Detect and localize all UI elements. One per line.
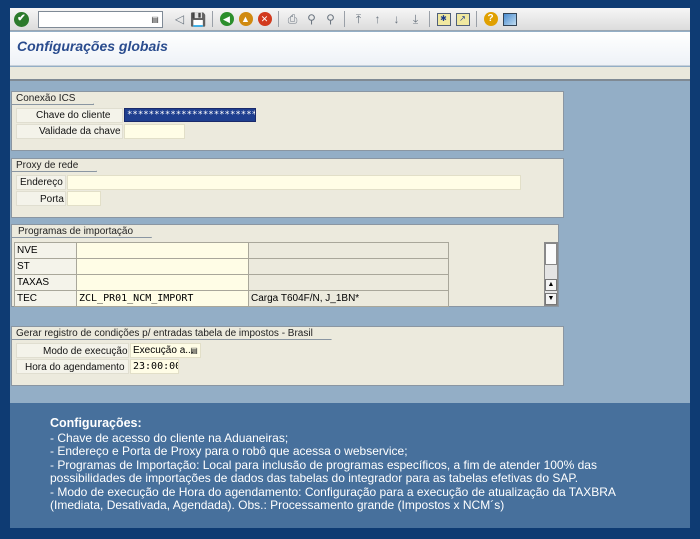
program-input[interactable]: ZCL_PR01_NCM_IMPORT	[76, 290, 249, 307]
enter-button[interactable]: ✔	[13, 11, 30, 28]
exit-button[interactable]: ▲	[237, 11, 254, 28]
row-key: ST	[14, 258, 77, 275]
scroll-up-button[interactable]: ▲	[545, 279, 557, 291]
first-page-button[interactable]: ⤒	[350, 11, 367, 28]
back-arrow-icon: ◀	[219, 12, 234, 26]
floppy-disk-icon: 💾	[190, 11, 207, 27]
group-title: Programas de importação	[12, 225, 152, 238]
scrollbar-thumb[interactable]	[545, 243, 557, 265]
program-input[interactable]	[76, 258, 249, 275]
group-gerar-registro: Gerar registro de condições p/ entradas …	[11, 326, 564, 386]
chave-do-cliente-input[interactable]: **************************	[124, 108, 256, 122]
table-row: TEC ZCL_PR01_NCM_IMPORT Carga T604F/N, J…	[14, 290, 449, 307]
previous-page-icon: ↑	[374, 12, 381, 26]
next-page-icon: ↓	[393, 12, 400, 26]
program-input[interactable]	[76, 274, 249, 291]
info-line: - Endereço e Porta de Proxy para o robô …	[50, 444, 408, 458]
group-programas-importacao: Programas de importação NVE ST TAXAS TEC…	[11, 224, 559, 307]
triangle-left-icon: ◁	[174, 12, 185, 26]
endereco-label: Endereço	[20, 177, 63, 188]
validade-da-chave-input[interactable]	[124, 124, 185, 139]
help-button[interactable]: ?	[482, 11, 499, 28]
porta-input[interactable]	[67, 191, 101, 206]
info-heading: Configurações:	[50, 416, 142, 430]
layout-menu-icon	[502, 12, 517, 26]
row-key: TAXAS	[14, 274, 77, 291]
programas-table: NVE ST TAXAS TEC ZCL_PR01_NCM_IMPORT Car…	[14, 242, 449, 307]
printer-icon: ⎙	[287, 12, 298, 26]
last-page-icon: ⤓	[412, 12, 419, 26]
title-bar: Configurações globais	[10, 32, 690, 66]
application-toolbar	[10, 67, 690, 81]
shortcut-button[interactable]: ↗	[454, 11, 471, 28]
save-button[interactable]: 💾	[190, 11, 207, 28]
new-session-button[interactable]: ✱	[435, 11, 452, 28]
print-button[interactable]: ⎙	[284, 11, 301, 28]
toolbar-separator	[476, 11, 477, 27]
program-description	[248, 258, 449, 275]
toolbar-separator	[429, 11, 430, 27]
back-button[interactable]: ◀	[218, 11, 235, 28]
table-row: ST	[14, 258, 449, 275]
help-question-icon: ?	[483, 12, 498, 26]
find-button[interactable]: ⚲	[303, 11, 320, 28]
modo-execucao-select[interactable]: Execução a... ▤	[130, 343, 201, 358]
program-input[interactable]	[76, 242, 249, 259]
find-next-button[interactable]: ⚲	[322, 11, 339, 28]
hora-agendamento-input[interactable]: 23:00:00	[130, 359, 179, 374]
group-proxy-de-rede: Proxy de rede Endereço Porta	[11, 158, 564, 218]
program-description: Carga T604F/N, J_1BN*	[248, 290, 449, 307]
cancel-button[interactable]: ✕	[256, 11, 273, 28]
toolbar-separator	[278, 11, 279, 27]
group-title: Conexão ICS	[12, 92, 94, 105]
shortcut-icon: ↗	[455, 12, 470, 26]
modo-label: Modo de execução	[43, 346, 128, 357]
binoculars-icon: ⚲	[307, 12, 316, 26]
next-page-button[interactable]: ↓	[388, 11, 405, 28]
dropdown-icon[interactable]: ▤	[189, 345, 199, 356]
toolbar-separator	[344, 11, 345, 27]
validade-label: Validade da chave	[39, 126, 121, 137]
program-description	[248, 274, 449, 291]
standard-toolbar: ✔ ▤ ◁ 💾 ◀ ▲ ✕ ⎙ ⚲ ⚲ ⤒ ↑ ↓ ⤓ ✱ ↗ ?	[10, 8, 690, 31]
exit-arrow-icon: ▲	[238, 12, 253, 26]
page-title: Configurações globais	[17, 38, 168, 54]
sap-window: ✔ ▤ ◁ 💾 ◀ ▲ ✕ ⎙ ⚲ ⚲ ⤒ ↑ ↓ ⤓ ✱ ↗ ? Config…	[10, 8, 690, 528]
last-page-button[interactable]: ⤓	[407, 11, 424, 28]
porta-label: Porta	[40, 194, 64, 205]
group-title: Proxy de rede	[12, 159, 97, 172]
info-line: - Chave de acesso do cliente na Aduaneir…	[50, 430, 289, 445]
toolbar-separator	[212, 11, 213, 27]
previous-page-button[interactable]: ↑	[369, 11, 386, 28]
new-window-icon: ✱	[436, 12, 451, 26]
info-line: - Programas de Importação: Local para in…	[50, 457, 597, 485]
cancel-x-icon: ✕	[257, 12, 272, 26]
first-page-icon: ⤒	[355, 12, 362, 26]
info-panel: Configurações: - Chave de acesso do clie…	[10, 403, 690, 528]
binoculars-plus-icon: ⚲	[326, 12, 335, 26]
info-line: - Modo de execução de Hora do agendament…	[50, 484, 616, 512]
table-vertical-scrollbar[interactable]: ▲ ▼	[544, 242, 558, 306]
modo-execucao-value: Execução a...	[133, 345, 194, 356]
dropdown-icon[interactable]: ▤	[150, 14, 160, 25]
layout-button[interactable]	[501, 11, 518, 28]
scroll-down-button[interactable]: ▼	[545, 293, 557, 305]
command-field[interactable]: ▤	[38, 10, 163, 28]
row-key: NVE	[14, 242, 77, 259]
chave-label: Chave do cliente	[36, 110, 111, 121]
row-key: TEC	[14, 290, 77, 307]
checkmark-icon: ✔	[14, 11, 29, 27]
hora-label: Hora do agendamento	[25, 362, 125, 373]
group-title: Gerar registro de condições p/ entradas …	[12, 327, 332, 340]
table-row: NVE	[14, 242, 449, 259]
endereco-input[interactable]	[67, 175, 521, 190]
program-description	[248, 242, 449, 259]
table-row: TAXAS	[14, 274, 449, 291]
group-conexao-ics: Conexão ICS Chave do cliente ***********…	[11, 91, 564, 151]
collapse-command-button[interactable]: ◁	[171, 11, 188, 28]
